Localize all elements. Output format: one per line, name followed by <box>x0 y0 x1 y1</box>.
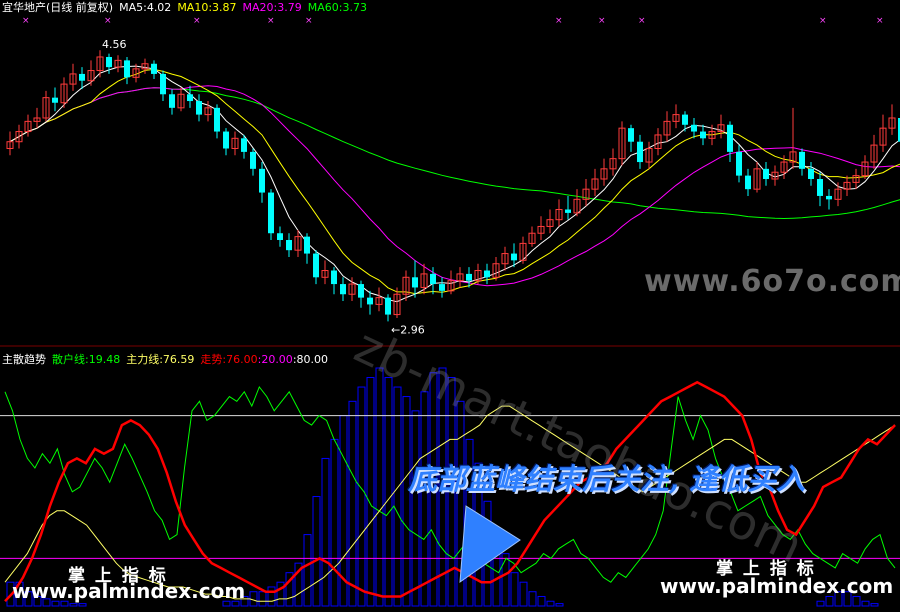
stock-title: 宜华地产(日线 前复权) <box>2 1 114 14</box>
candle-body-down <box>169 94 175 108</box>
candle-body-down <box>268 192 274 234</box>
candle-body-down <box>160 73 166 95</box>
candle-body-down <box>385 297 391 315</box>
candle-body-down <box>484 270 490 278</box>
candle-body-down <box>214 107 220 132</box>
signal-marker: × <box>638 16 646 26</box>
candle-body-down <box>565 209 571 213</box>
candle-body-down <box>304 236 310 254</box>
candle-body-down <box>196 101 202 115</box>
main-line-value: 主力线:76.59 <box>126 353 195 366</box>
candle-body-down <box>799 151 805 169</box>
strategy-banner: 底部蓝峰结束后关注, 逢低买入 <box>408 462 806 496</box>
signal-marker: × <box>555 16 563 26</box>
level80-value: :80.00 <box>292 353 329 366</box>
candle-body-down <box>808 168 814 179</box>
candle-body-down <box>241 138 247 152</box>
signal-marker: × <box>598 16 606 26</box>
signal-marker: × <box>104 16 112 26</box>
retail-line-value: 散户线:19.48 <box>52 353 121 366</box>
indicator-name: 主散趋势 <box>2 353 46 366</box>
price-legend: 宜华地产(日线 前复权) MA5:4.02 MA10:3.87 MA20:3.79 MA… <box>2 1 373 15</box>
candle-body-down <box>412 277 418 288</box>
ma5-value: MA5:4.02 <box>119 1 172 14</box>
candle-body-down <box>358 284 364 298</box>
signal-marker: × <box>305 16 313 26</box>
trend-value: 走势:76.00 <box>200 353 258 366</box>
candle-body-down <box>439 284 445 291</box>
candle-body-down <box>691 124 697 132</box>
candle-body-down <box>259 168 265 193</box>
candle-body-down <box>367 297 373 305</box>
candle-body-down <box>628 128 634 142</box>
candle-body-down <box>331 270 337 285</box>
candle-body-down <box>106 56 112 68</box>
candle-body-down <box>817 179 823 196</box>
ma60-value: MA60:3.73 <box>307 1 367 14</box>
candle-body-down <box>745 175 751 190</box>
candle-body-down <box>682 114 688 125</box>
candle-body-down <box>223 131 229 149</box>
candle-body-down <box>79 73 85 81</box>
candle-body-down <box>277 233 283 241</box>
candle-body-down <box>52 97 58 103</box>
indicator-legend: 主散趋势 散户线:19.48 主力线:76.59 走势:76.00:20.00:80.… <box>2 353 334 367</box>
candle-body-down <box>826 195 832 200</box>
level20-value: :20.00 <box>257 353 293 366</box>
signal-marker: × <box>267 16 275 26</box>
candle-body-down <box>763 168 769 179</box>
watermark-site-right: www.palmindex.com <box>660 574 894 598</box>
candle-body-down <box>250 151 256 169</box>
candle-body-down <box>430 273 436 285</box>
candle-body-down <box>187 94 193 102</box>
candle-body-down <box>340 284 346 295</box>
signal-marker: × <box>22 16 30 26</box>
ma10-value: MA10:3.87 <box>177 1 237 14</box>
signal-marker: × <box>819 16 827 26</box>
watermark-6o7o: www.6o7o.com <box>644 264 900 299</box>
signal-marker: × <box>193 16 201 26</box>
candle-body-down <box>313 253 319 278</box>
watermark-site-left: www.palmindex.com <box>12 579 246 603</box>
candle-body-down <box>700 131 706 139</box>
high-price-label: 4.56 <box>102 38 127 51</box>
ma20-value: MA20:3.79 <box>242 1 302 14</box>
candle-body-down <box>124 60 130 78</box>
candle-body-down <box>736 151 742 176</box>
candle-body-down <box>727 124 733 152</box>
candle-body-down <box>286 240 292 251</box>
candle-body-down <box>466 273 472 281</box>
candle-body-down <box>151 63 157 74</box>
candle-body-down <box>511 253 517 261</box>
candle-body-down <box>637 141 643 163</box>
signal-marker: × <box>876 16 884 26</box>
